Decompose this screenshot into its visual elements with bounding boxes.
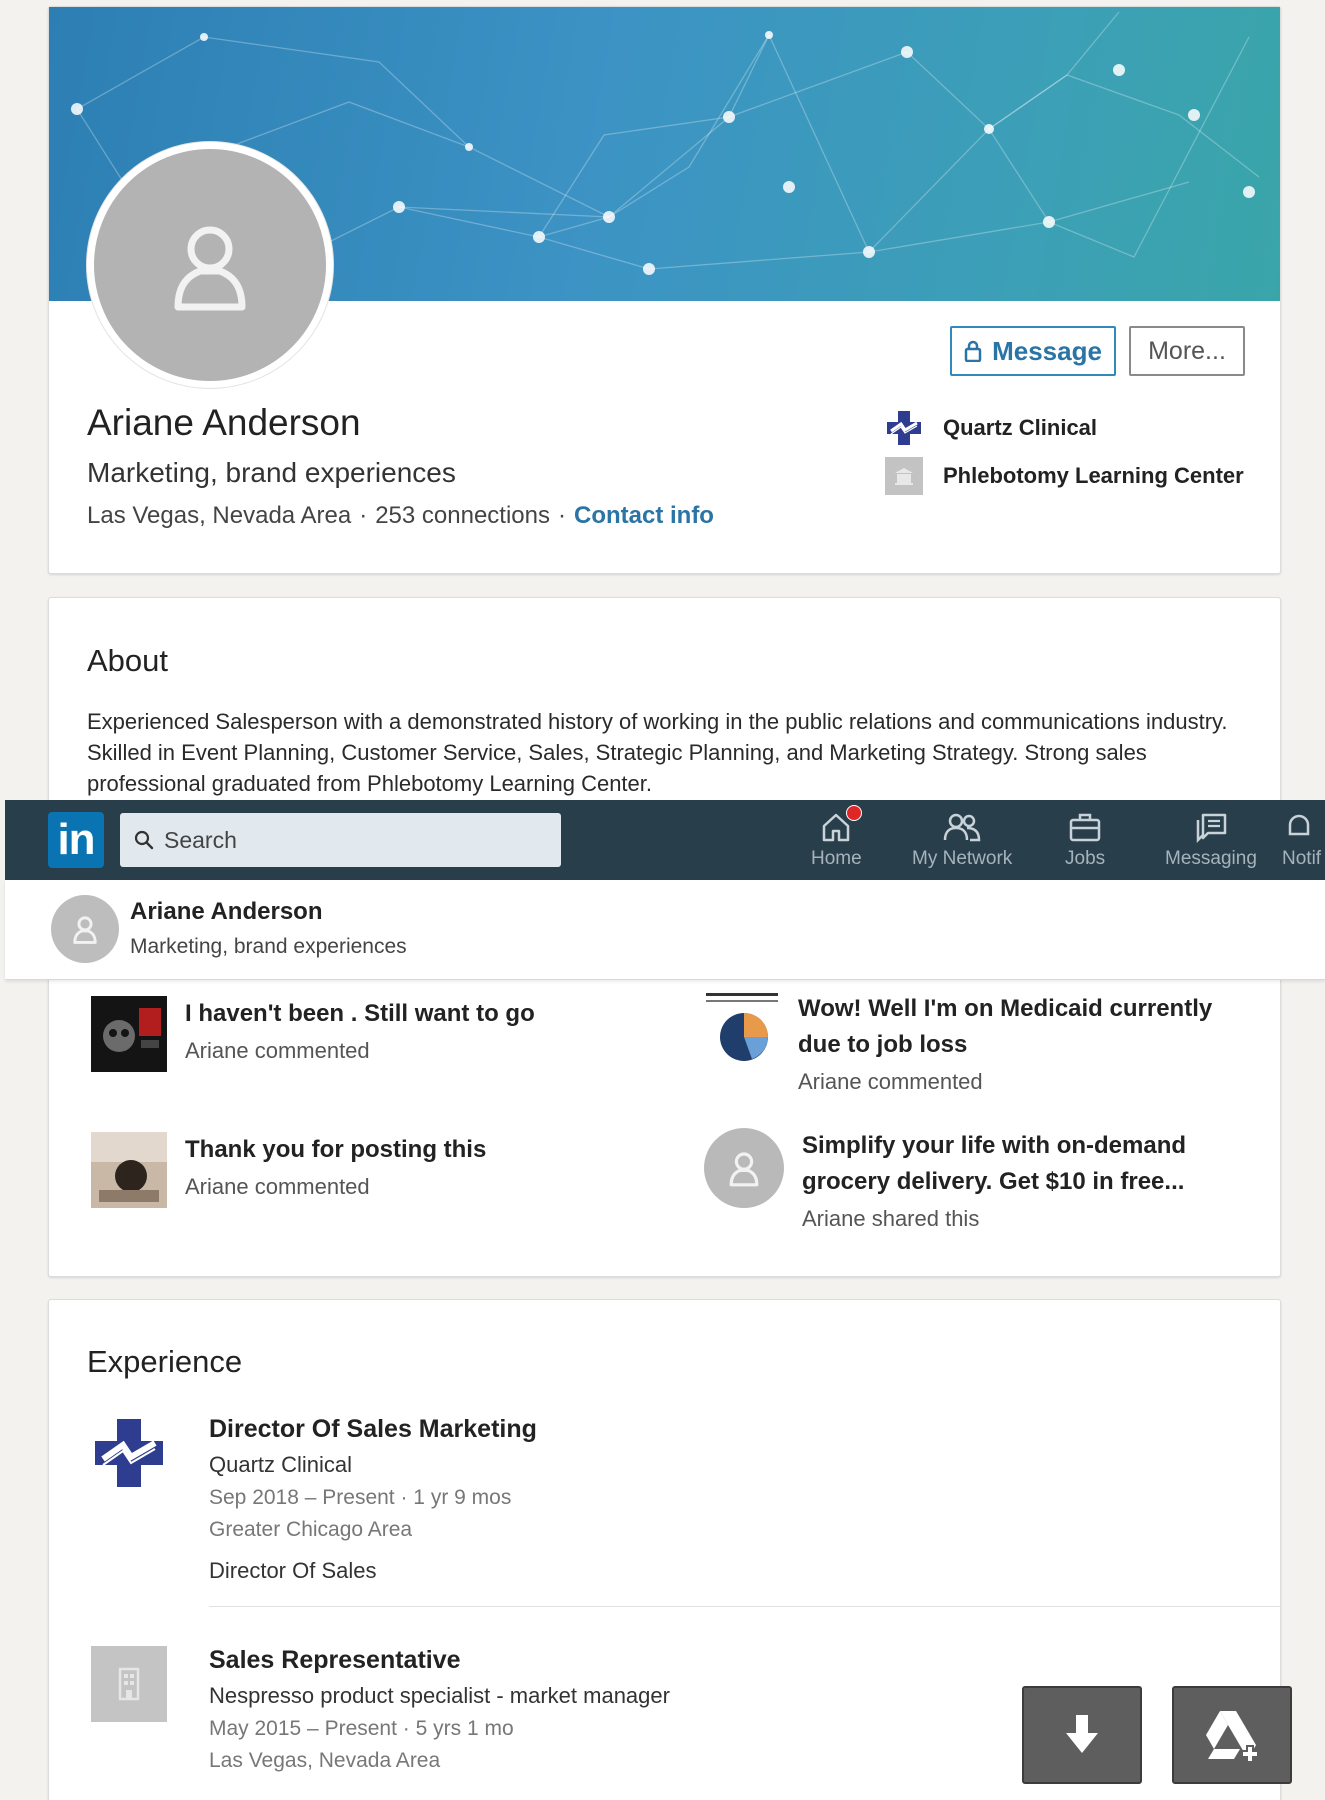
activity-title: I haven't been . Still want to go [185, 1000, 535, 1027]
person-placeholder-icon [174, 226, 246, 311]
search-icon [134, 830, 154, 850]
activity-item[interactable]: I haven't been . Still want to go Ariane… [91, 996, 535, 1072]
person-placeholder-icon [704, 1128, 784, 1208]
nav-label: Home [811, 848, 862, 869]
experience-company: Quartz Clinical [209, 1452, 353, 1477]
experience-role: Director Of Sales Marketing [209, 1415, 537, 1443]
experience-location: Las Vegas, Nevada Area [209, 1749, 441, 1772]
linkedin-logo[interactable]: in [48, 812, 104, 868]
profile-name: Ariane Anderson [87, 402, 361, 443]
experience-dates: May 2015 – Present · 5 yrs 1 mo [209, 1717, 514, 1740]
nav-label: Messaging [1165, 848, 1257, 869]
nav-my-network[interactable]: My Network [912, 810, 1012, 870]
activity-item[interactable]: Thank you for posting this Ariane commen… [91, 1132, 486, 1208]
lock-icon [964, 340, 982, 362]
activity-subtitle: Ariane commented [185, 1038, 370, 1063]
contact-info-link[interactable]: Contact info [574, 502, 714, 529]
activity-subtitle: Ariane shared this [802, 1206, 980, 1231]
quartz-clinical-logo [95, 1419, 163, 1487]
company-name: Quartz Clinical [943, 415, 1098, 440]
sticky-profile-bar: Ariane Anderson Marketing, brand experie… [5, 880, 1325, 980]
search-input[interactable]: Search [120, 813, 561, 867]
activity-item[interactable]: Simplify your life with on-demand grocer… [704, 1128, 1264, 1232]
activity-title: Simplify your life with on-demand grocer… [802, 1132, 1187, 1195]
experience-company: Nespresso product specialist - market ma… [209, 1683, 670, 1708]
experience-description: Director Of Sales [209, 1558, 377, 1583]
more-button-label: More... [1148, 336, 1226, 365]
message-button-label: Message [992, 335, 1102, 366]
activity-title: Wow! Well I'm on Medicaid currently due … [798, 995, 1213, 1058]
about-heading: About [87, 643, 169, 678]
school-building-icon [885, 457, 923, 495]
post-thumbnail [91, 1132, 167, 1208]
more-button[interactable]: More... [1129, 326, 1245, 376]
briefcase-icon [1069, 813, 1101, 842]
nav-home[interactable]: Home [811, 805, 862, 870]
activity-item[interactable]: Wow! Well I'm on Medicaid currently due … [704, 991, 1264, 1095]
nav-messaging[interactable]: Messaging [1165, 810, 1257, 870]
messaging-icon [1196, 813, 1227, 844]
school-name: Phlebotomy Learning Center [943, 463, 1244, 488]
post-thumbnail [704, 991, 780, 1067]
experience-heading: Experience [87, 1344, 243, 1379]
activity-title: Thank you for posting this [185, 1136, 487, 1163]
profile-headline: Marketing, brand experiences [87, 457, 456, 488]
current-company-link[interactable]: Quartz Clinical [885, 409, 1097, 447]
experience-location: Greater Chicago Area [209, 1518, 413, 1541]
profile-top-card: Message More... Ariane Anderson Marketin… [48, 6, 1281, 574]
message-button[interactable]: Message [950, 326, 1116, 376]
profile-meta: Las Vegas, Nevada Area · 253 connections · C… [87, 502, 714, 529]
bell-icon [1288, 814, 1310, 836]
nav-notifications[interactable]: Notif [1282, 810, 1325, 870]
download-button[interactable] [1022, 1686, 1142, 1784]
network-icon [943, 813, 981, 842]
activity-subtitle: Ariane commented [798, 1069, 983, 1094]
nav-label: Jobs [1065, 848, 1106, 869]
google-drive-add-icon [1206, 1711, 1259, 1763]
mini-profile-headline: Marketing, brand experiences [130, 935, 407, 958]
mini-profile-avatar[interactable] [51, 895, 119, 963]
nav-label: Notif [1282, 848, 1322, 869]
education-link[interactable]: Phlebotomy Learning Center [885, 457, 1244, 495]
post-thumbnail [91, 996, 167, 1072]
top-navbar: in Search Home My Network Jobs Messaging… [5, 800, 1325, 880]
notification-badge [846, 805, 862, 821]
profile-location: Las Vegas, Nevada Area [87, 502, 352, 529]
nav-jobs[interactable]: Jobs [1065, 810, 1105, 870]
mini-profile-name: Ariane Anderson [130, 898, 323, 925]
about-text: Experienced Salesperson with a demonstra… [87, 709, 1228, 796]
person-placeholder-icon [73, 916, 97, 944]
save-to-drive-button[interactable] [1172, 1686, 1292, 1784]
connections-count[interactable]: 253 connections [375, 502, 550, 529]
download-arrow-icon [1066, 1715, 1098, 1753]
search-placeholder: Search [164, 826, 237, 853]
experience-dates: Sep 2018 – Present · 1 yr 9 mos [209, 1486, 512, 1509]
nav-label: My Network [912, 848, 1013, 869]
company-building-icon [91, 1646, 167, 1722]
quartz-clinical-logo [887, 411, 921, 445]
profile-avatar[interactable] [87, 142, 333, 388]
divider [209, 1606, 1282, 1607]
activity-subtitle: Ariane commented [185, 1174, 370, 1199]
experience-role: Sales Representative [209, 1646, 461, 1674]
